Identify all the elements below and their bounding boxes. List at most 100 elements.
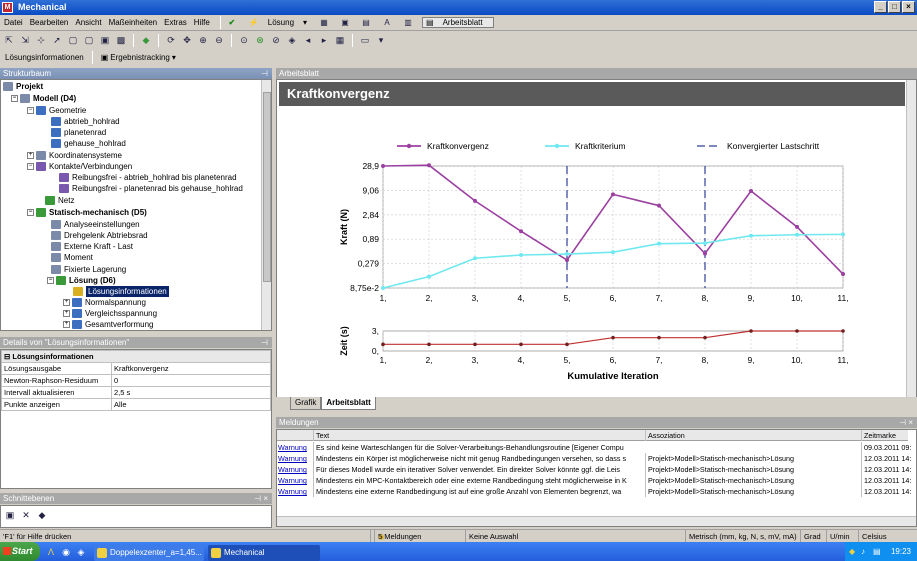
expand-icon[interactable]: + [63, 310, 70, 317]
taskbar-item-workbench[interactable]: Doppelexzenter_a=1,45... [94, 545, 204, 561]
magnify-icon[interactable]: ⊘ [269, 33, 283, 47]
body-select-icon[interactable]: ▩ [114, 33, 128, 47]
tree-scroll-thumb[interactable] [263, 92, 271, 282]
pin-icon[interactable]: ⊣ [261, 337, 268, 348]
tree-item-contacts[interactable]: − Kontakte/Verbindungen [27, 161, 132, 172]
property-value[interactable]: Kraftkonvergenz [111, 362, 271, 375]
text-icon[interactable]: A [380, 16, 394, 30]
collapse-icon[interactable]: − [47, 277, 54, 284]
close-icon[interactable]: ⊣ × [254, 493, 268, 504]
select-face-icon[interactable]: ⇲ [18, 33, 32, 47]
zoom-box-icon[interactable]: ⊙ [237, 33, 251, 47]
close-button[interactable]: × [902, 1, 915, 13]
warning-link[interactable]: Warnung [278, 475, 311, 486]
plane-icon[interactable]: ◆ [35, 508, 49, 522]
column-timestamp[interactable]: Zeitmarke [861, 430, 916, 441]
details-section-header[interactable]: ⊟ Lösungsinformationen [1, 350, 271, 363]
vertex-select-icon[interactable]: ▢ [66, 33, 80, 47]
column-text[interactable]: Text [313, 430, 643, 441]
browser-icon[interactable]: ◈ [74, 545, 88, 559]
menu-ansicht[interactable]: Ansicht [75, 18, 101, 27]
column-association[interactable]: Assoziation [645, 430, 860, 441]
explorer-icon[interactable]: ◉ [59, 545, 73, 559]
xyz-axis-icon[interactable]: ⊹ [34, 33, 48, 47]
chevron-down-icon[interactable]: ▾ [374, 33, 388, 47]
security-shield-icon[interactable]: ◆ [849, 542, 855, 561]
tree-item-project[interactable]: Projekt [3, 81, 43, 92]
tree-item-body[interactable]: planetenrad [51, 127, 106, 138]
details-row[interactable]: Punkte anzeigen Alle [1, 398, 271, 411]
tree-item-fixed-support[interactable]: Fixierte Lagerung [51, 264, 126, 275]
expand-icon[interactable]: + [63, 321, 70, 328]
tree-item-body[interactable]: abtrieb_hohlrad [51, 116, 120, 127]
details-row[interactable]: Lösungsausgabe Kraftkonvergenz [1, 362, 271, 375]
chart-icon[interactable]: ▦ [317, 16, 331, 30]
tree-item-geometry[interactable]: − Geometrie [27, 105, 86, 116]
edge-select-icon[interactable]: ▢ [82, 33, 96, 47]
messages-hscrollbar[interactable] [277, 516, 916, 526]
cube-icon[interactable]: ◆ [139, 33, 153, 47]
print-icon[interactable]: ▦ [333, 33, 347, 47]
start-button[interactable]: Start [0, 542, 40, 561]
pan-icon[interactable]: ✥ [180, 33, 194, 47]
warning-link[interactable]: Warnung [278, 464, 311, 475]
tree-item-analysis-settings[interactable]: Analyseeinstellungen [51, 219, 140, 230]
previous-view-icon[interactable]: ◂ [301, 33, 315, 47]
new-section-plane-icon[interactable]: ▣ [3, 508, 17, 522]
close-icon[interactable]: ⊣ × [899, 417, 913, 428]
speaker-icon[interactable]: ♪ [861, 542, 865, 561]
property-value[interactable]: 0 [111, 374, 271, 387]
worksheet-scrollbar[interactable] [906, 80, 916, 398]
warning-link[interactable]: Warnung [278, 442, 311, 453]
property-value[interactable]: Alle [111, 398, 271, 411]
window-layout-icon[interactable]: ▭ [358, 33, 372, 47]
worksheet-button[interactable]: ▤ Arbeitsblatt [422, 17, 494, 28]
tree-item-result[interactable]: + Normalspannung [63, 297, 146, 308]
tab-graphics[interactable]: Grafik [290, 397, 322, 410]
menu-hilfe[interactable]: Hilfe [194, 18, 210, 27]
details-row[interactable]: Intervall aktualisieren 2,5 s [1, 386, 271, 399]
ansys-launcher-icon[interactable]: Λ [44, 545, 58, 559]
cursor-icon[interactable]: ➚ [50, 33, 64, 47]
solution-info-button[interactable]: Lösungsinformationen [2, 53, 87, 62]
tree-item-static-structural[interactable]: − Statisch-mechanisch (D5) [27, 207, 147, 218]
warning-link[interactable]: Warnung [278, 453, 311, 464]
tree-item-result[interactable]: + Gesamtverformung [63, 319, 153, 330]
collapse-icon[interactable]: − [27, 163, 34, 170]
maximize-button[interactable]: □ [888, 1, 901, 13]
tree-item-solution[interactable]: − Lösung (D6) [47, 275, 116, 286]
message-row[interactable]: Warnung Für dieses Modell wurde ein itera… [277, 464, 911, 475]
message-row[interactable]: Warnung Mindestens ein MPC-Kontaktbereich… [277, 475, 911, 486]
solve-button[interactable]: ⚡ Lösung ▾ [246, 18, 310, 27]
rotate-icon[interactable]: ⟳ [164, 33, 178, 47]
tree-item-force[interactable]: Externe Kraft - Last [51, 241, 133, 252]
tab-worksheet[interactable]: Arbeitsblatt [321, 397, 376, 410]
check-icon[interactable]: ✔ [225, 16, 239, 30]
tree-item-moment[interactable]: Moment [51, 252, 93, 263]
probe-icon[interactable]: ▣ [338, 16, 352, 30]
collapse-icon[interactable]: − [11, 95, 18, 102]
screenshot-icon[interactable]: ▥ [401, 16, 415, 30]
menu-extras[interactable]: Extras [164, 18, 187, 27]
image-icon[interactable]: ▤ [359, 16, 373, 30]
property-value[interactable]: 2,5 s [111, 386, 271, 399]
tree-item-result[interactable]: + Vergleichsspannung [63, 308, 157, 319]
message-row[interactable]: Warnung Es sind keine Warteschlangen für … [277, 442, 911, 453]
expand-icon[interactable]: + [27, 152, 34, 159]
details-row[interactable]: Newton-Raphson-Residuum 0 [1, 374, 271, 387]
result-tracking-button[interactable]: ▣ Ergebnistracking ▾ [98, 53, 179, 62]
tree-item-coordinates[interactable]: + Koordinatensysteme [27, 150, 122, 161]
expand-icon[interactable]: + [63, 299, 70, 306]
tree-item-contact[interactable]: Reibungsfrei - abtrieb_hohlrad bis plane… [59, 172, 237, 183]
menu-bearbeiten[interactable]: Bearbeiten [30, 18, 69, 27]
pin-icon[interactable]: ⊣ [261, 68, 268, 79]
tree-scrollbar[interactable] [261, 80, 271, 330]
collapse-icon[interactable]: − [27, 209, 34, 216]
tree-item-contact[interactable]: Reibungsfrei - planetenrad bis gehause_h… [59, 183, 243, 194]
taskbar-item-mechanical[interactable]: Mechanical [208, 545, 320, 561]
network-icon[interactable]: ▤ [873, 542, 881, 561]
minimize-button[interactable]: _ [874, 1, 887, 13]
menu-masseinheiten[interactable]: Maßeinheiten [109, 18, 157, 27]
select-point-icon[interactable]: ⇱ [2, 33, 16, 47]
zoom-out-icon[interactable]: ⊖ [212, 33, 226, 47]
